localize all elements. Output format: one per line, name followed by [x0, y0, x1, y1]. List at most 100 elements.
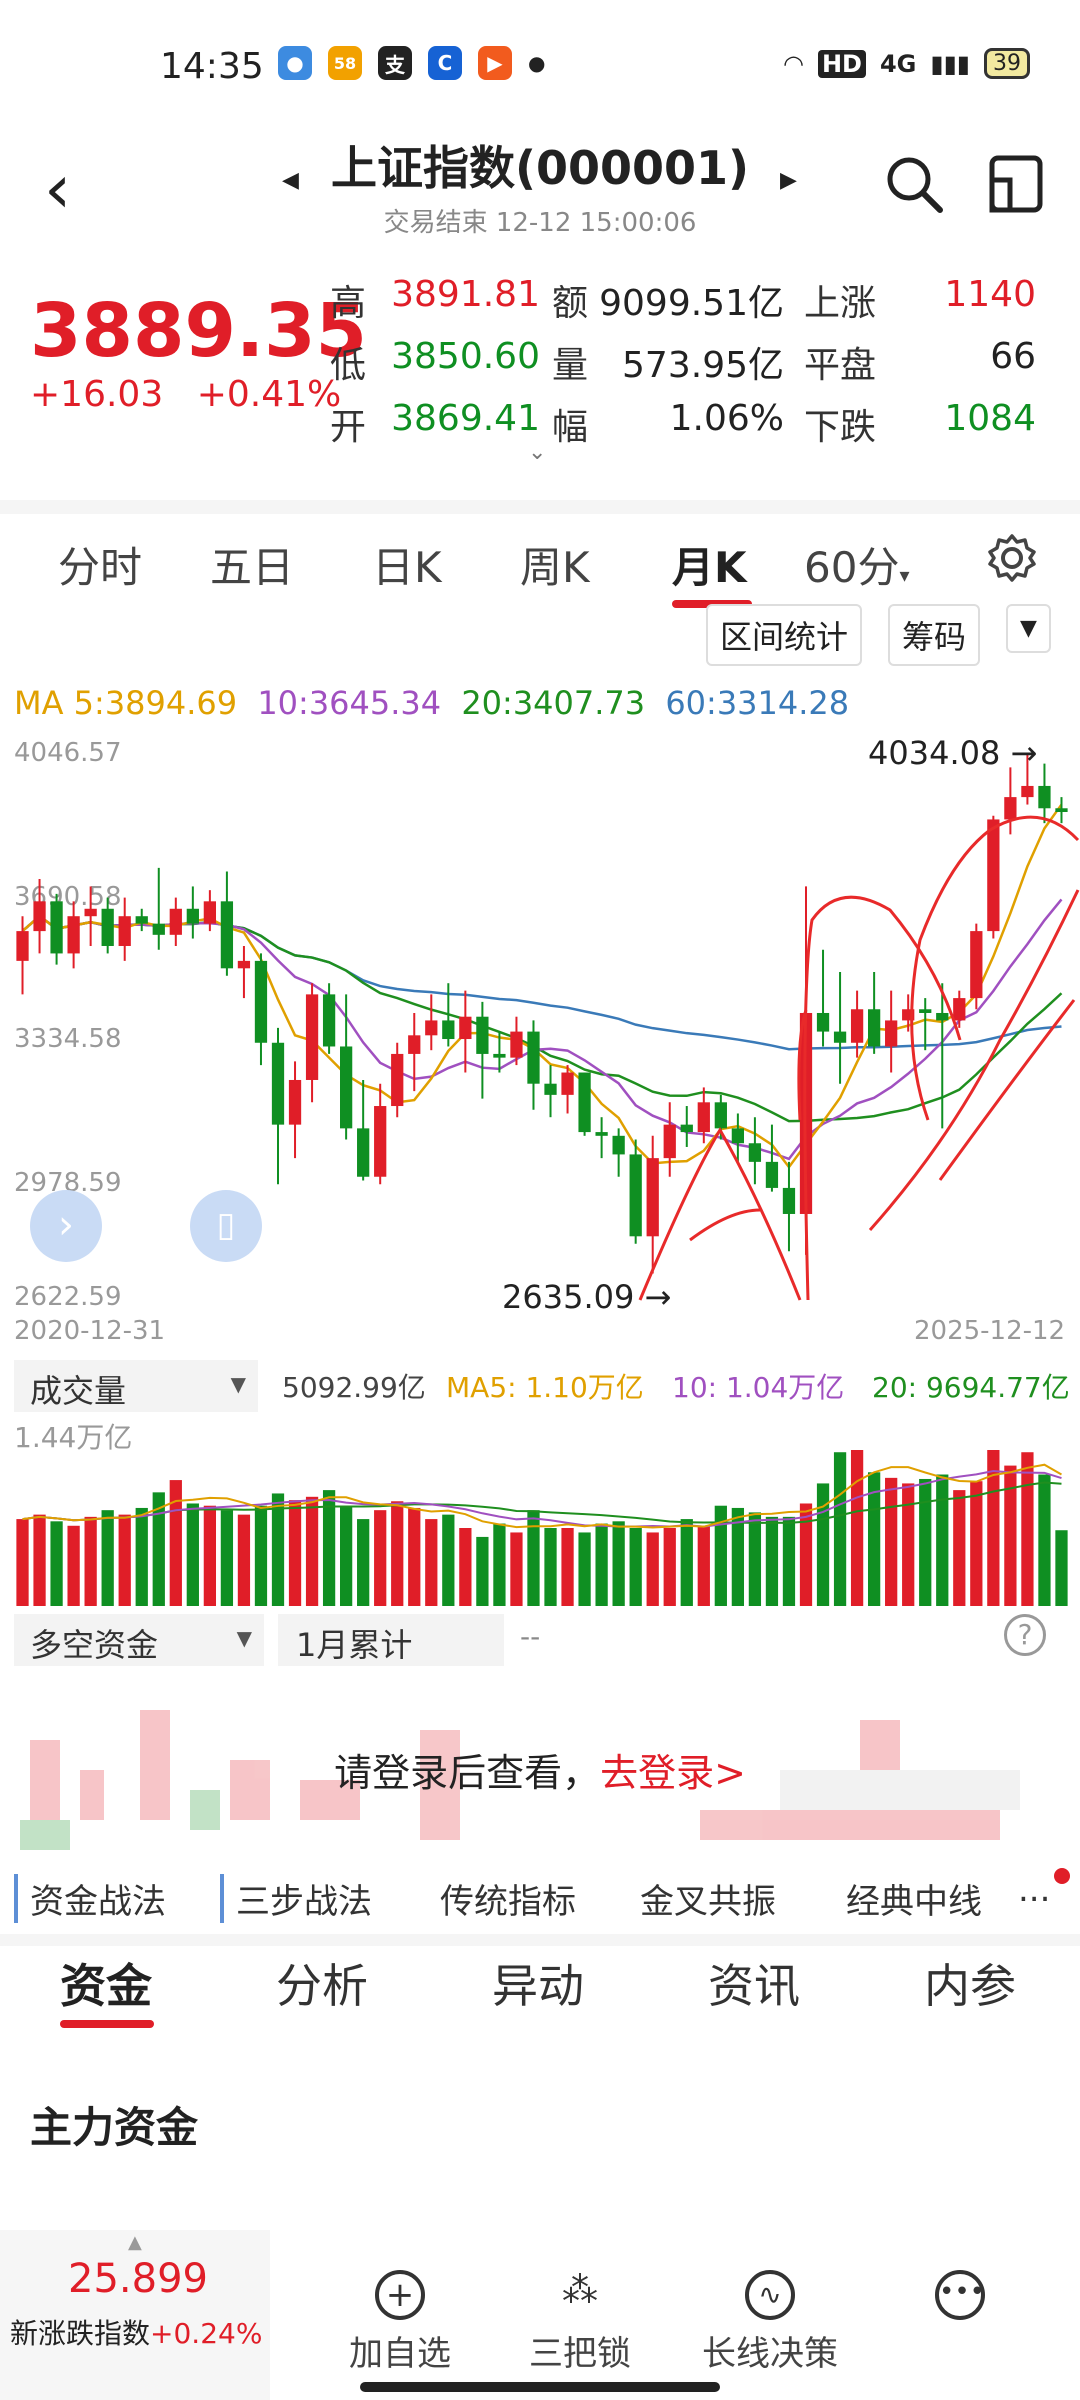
battery-level: 39 — [984, 48, 1030, 79]
period-selector-label: 1月累计 — [296, 1626, 413, 1664]
tab-weekly-k[interactable]: 周K — [520, 534, 590, 595]
volume-bar — [970, 1481, 983, 1606]
login-link[interactable]: 去登录> — [600, 1751, 746, 1795]
volume-chart[interactable] — [0, 1410, 1080, 1610]
add-watchlist-label: 加自选 — [349, 2334, 451, 2374]
tab-daily-k[interactable]: 日K — [372, 534, 442, 595]
candle-body — [919, 1009, 932, 1013]
amount-value: 9099.51亿 — [599, 283, 784, 324]
help-icon[interactable]: ? — [1004, 1614, 1046, 1656]
plus-icon: + — [375, 2270, 425, 2320]
expand-left-panel-icon[interactable]: › — [30, 1190, 102, 1262]
volume-bar — [203, 1505, 217, 1606]
tab-insider[interactable]: 内参 — [924, 1950, 1016, 2016]
candle-body — [782, 1187, 796, 1214]
volume-bar — [919, 1478, 932, 1606]
volume-bar — [425, 1519, 438, 1606]
tab-news[interactable]: 资讯 — [708, 1950, 800, 2016]
caret-up-icon: ▲ — [128, 2232, 142, 2253]
candle-body — [442, 1020, 455, 1040]
candle-body — [169, 908, 182, 935]
candle-body — [987, 819, 1000, 932]
tab-60min[interactable]: 60分▾ — [804, 534, 910, 595]
tab-anomaly[interactable]: 异动 — [492, 1950, 584, 2016]
search-icon[interactable] — [882, 152, 946, 216]
tab-capital[interactable]: 资金 — [60, 1950, 152, 2016]
tab-60min-label: 60分 — [804, 543, 900, 592]
candle-body — [459, 1016, 472, 1040]
down-label: 下跌 — [804, 407, 877, 448]
interval-stats-button[interactable]: 区间统计 — [706, 604, 863, 666]
open-label: 开 — [330, 407, 367, 448]
candle-body — [1055, 808, 1068, 812]
add-watchlist-button[interactable]: + 加自选 — [330, 2270, 470, 2375]
status-app-icons: ● 58 支 C ▶ ● — [278, 46, 545, 80]
volume-bar — [510, 1532, 523, 1606]
volume-bar — [408, 1507, 421, 1606]
more-tools-dropdown-icon[interactable]: ▼ — [1006, 604, 1051, 653]
index-ticker[interactable]: ▲ 25.899 新涨跌指数+0.24% — [0, 2230, 270, 2400]
tab-five-day[interactable]: 五日 — [210, 534, 294, 595]
strategy-traditional[interactable]: 传统指标 — [440, 1874, 576, 1923]
candle-body — [118, 916, 131, 946]
candle-body — [84, 908, 97, 917]
tab-analysis[interactable]: 分析 — [276, 1950, 368, 2016]
ma5-label: MA 5:3894.69 — [14, 684, 238, 722]
candlestick-chart[interactable] — [0, 740, 1080, 1310]
volume-selector[interactable]: 成交量 ▼ — [14, 1360, 258, 1412]
ma20-label: 20:3407.73 — [461, 684, 646, 722]
strategy-classic-midterm[interactable]: 经典中线 — [846, 1874, 982, 1923]
next-stock-icon[interactable]: ▶ — [780, 168, 797, 193]
candle-body — [1038, 785, 1051, 809]
volume-bar — [782, 1516, 796, 1606]
candle-body — [953, 998, 966, 1021]
candle-body — [885, 1020, 898, 1047]
strategy-three-step[interactable]: 三步战法 — [220, 1874, 372, 1923]
volume-bar — [339, 1505, 353, 1606]
ma10-label: 10:3645.34 — [257, 684, 442, 722]
x-start-date: 2020-12-31 — [14, 1316, 166, 1346]
candle-body — [663, 1124, 676, 1159]
candle-body — [305, 994, 319, 1080]
candle-body — [816, 1012, 830, 1032]
strategy-capital[interactable]: 资金战法 — [14, 1874, 166, 1923]
notification-dot — [1054, 1868, 1070, 1884]
volume-bar — [1021, 1452, 1034, 1606]
strategy-golden-cross[interactable]: 金叉共振 — [640, 1874, 776, 1923]
share-chart-icon[interactable]: ▯ — [190, 1190, 262, 1262]
tab-monthly-k[interactable]: 月K — [672, 534, 747, 595]
candle-body — [493, 1053, 506, 1058]
amplitude-label: 幅 — [552, 407, 589, 448]
candle-body — [714, 1102, 727, 1129]
vol-ma10-label: 10: 1.04万亿 — [672, 1371, 845, 1404]
volume-bar — [936, 1474, 949, 1606]
candle-body — [391, 1053, 404, 1107]
capital-selector[interactable]: 多空资金 ▼ — [14, 1614, 264, 1666]
period-selector[interactable]: 1月累计 — [278, 1614, 504, 1666]
chips-button[interactable]: 筹码 — [888, 604, 981, 666]
share-icon[interactable] — [986, 152, 1046, 216]
candle-body — [646, 1158, 659, 1237]
play-icon: ▶ — [478, 46, 512, 80]
volume-bar — [186, 1503, 199, 1606]
volume-bar — [33, 1514, 46, 1606]
three-locks-button[interactable]: ⁂ 三把锁 — [510, 2270, 650, 2375]
vol-ma20-label: 20: 9694.77亿 — [872, 1371, 1070, 1404]
more-button[interactable]: ••• — [900, 2270, 1020, 2326]
long-term-decision-button[interactable]: ∿ 长线决策 — [690, 2270, 850, 2375]
candle-body — [203, 901, 217, 924]
volume-bar — [84, 1516, 97, 1606]
tab-intraday[interactable]: 分时 — [58, 534, 142, 595]
capital-value: -- — [520, 1620, 541, 1653]
candle-body — [561, 1072, 574, 1095]
strategy-more[interactable]: ... — [1018, 1870, 1050, 1910]
ma-legend: MA 5:3894.69 10:3645.34 20:3407.73 60:33… — [14, 684, 849, 722]
locks-icon: ⁂ — [562, 2270, 598, 2311]
volume-bar — [288, 1500, 302, 1606]
three-locks-label: 三把锁 — [529, 2334, 631, 2374]
up-count: 1140 — [944, 274, 1036, 315]
settings-gear-icon[interactable] — [986, 532, 1038, 584]
expand-chevron-icon[interactable]: ⌄ — [528, 440, 546, 465]
more-icon: ••• — [935, 2270, 985, 2320]
app-icon: 支 — [378, 46, 412, 80]
